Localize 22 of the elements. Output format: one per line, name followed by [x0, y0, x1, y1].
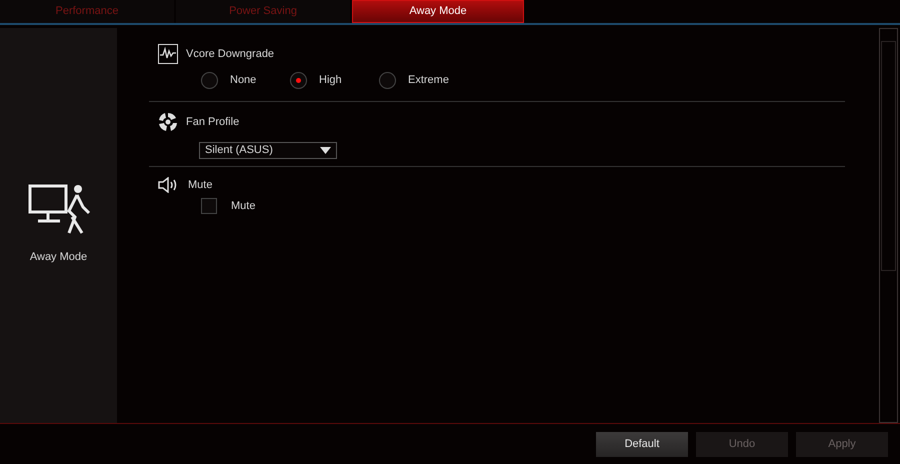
checkbox[interactable]	[201, 198, 217, 214]
option-label: None	[230, 73, 256, 88]
tab[interactable]: Away Mode	[352, 0, 524, 23]
away-mode-icon	[28, 183, 90, 235]
option-label: High	[319, 73, 342, 88]
fan-icon	[158, 112, 178, 132]
section-title: Vcore Downgrade	[186, 46, 274, 62]
action-button[interactable]: Default	[596, 432, 688, 457]
sidebar-label: Away Mode	[30, 250, 88, 265]
scrollbar[interactable]	[879, 28, 898, 423]
section-title: Mute	[188, 178, 212, 193]
section-title: Fan Profile	[186, 114, 240, 130]
waveform-icon	[158, 44, 178, 64]
tab[interactable]: Performance	[0, 0, 174, 23]
tab[interactable]: Power Saving	[176, 0, 350, 23]
checkbox-label: Mute	[231, 198, 256, 214]
caret-icon	[320, 147, 331, 154]
radio-button[interactable]	[201, 72, 218, 89]
radio-button[interactable]	[379, 72, 396, 89]
radio-button[interactable]	[290, 72, 307, 89]
option-label: Extreme	[408, 73, 449, 88]
fan-profile-dropdown[interactable]: Silent (ASUS)	[199, 142, 337, 159]
